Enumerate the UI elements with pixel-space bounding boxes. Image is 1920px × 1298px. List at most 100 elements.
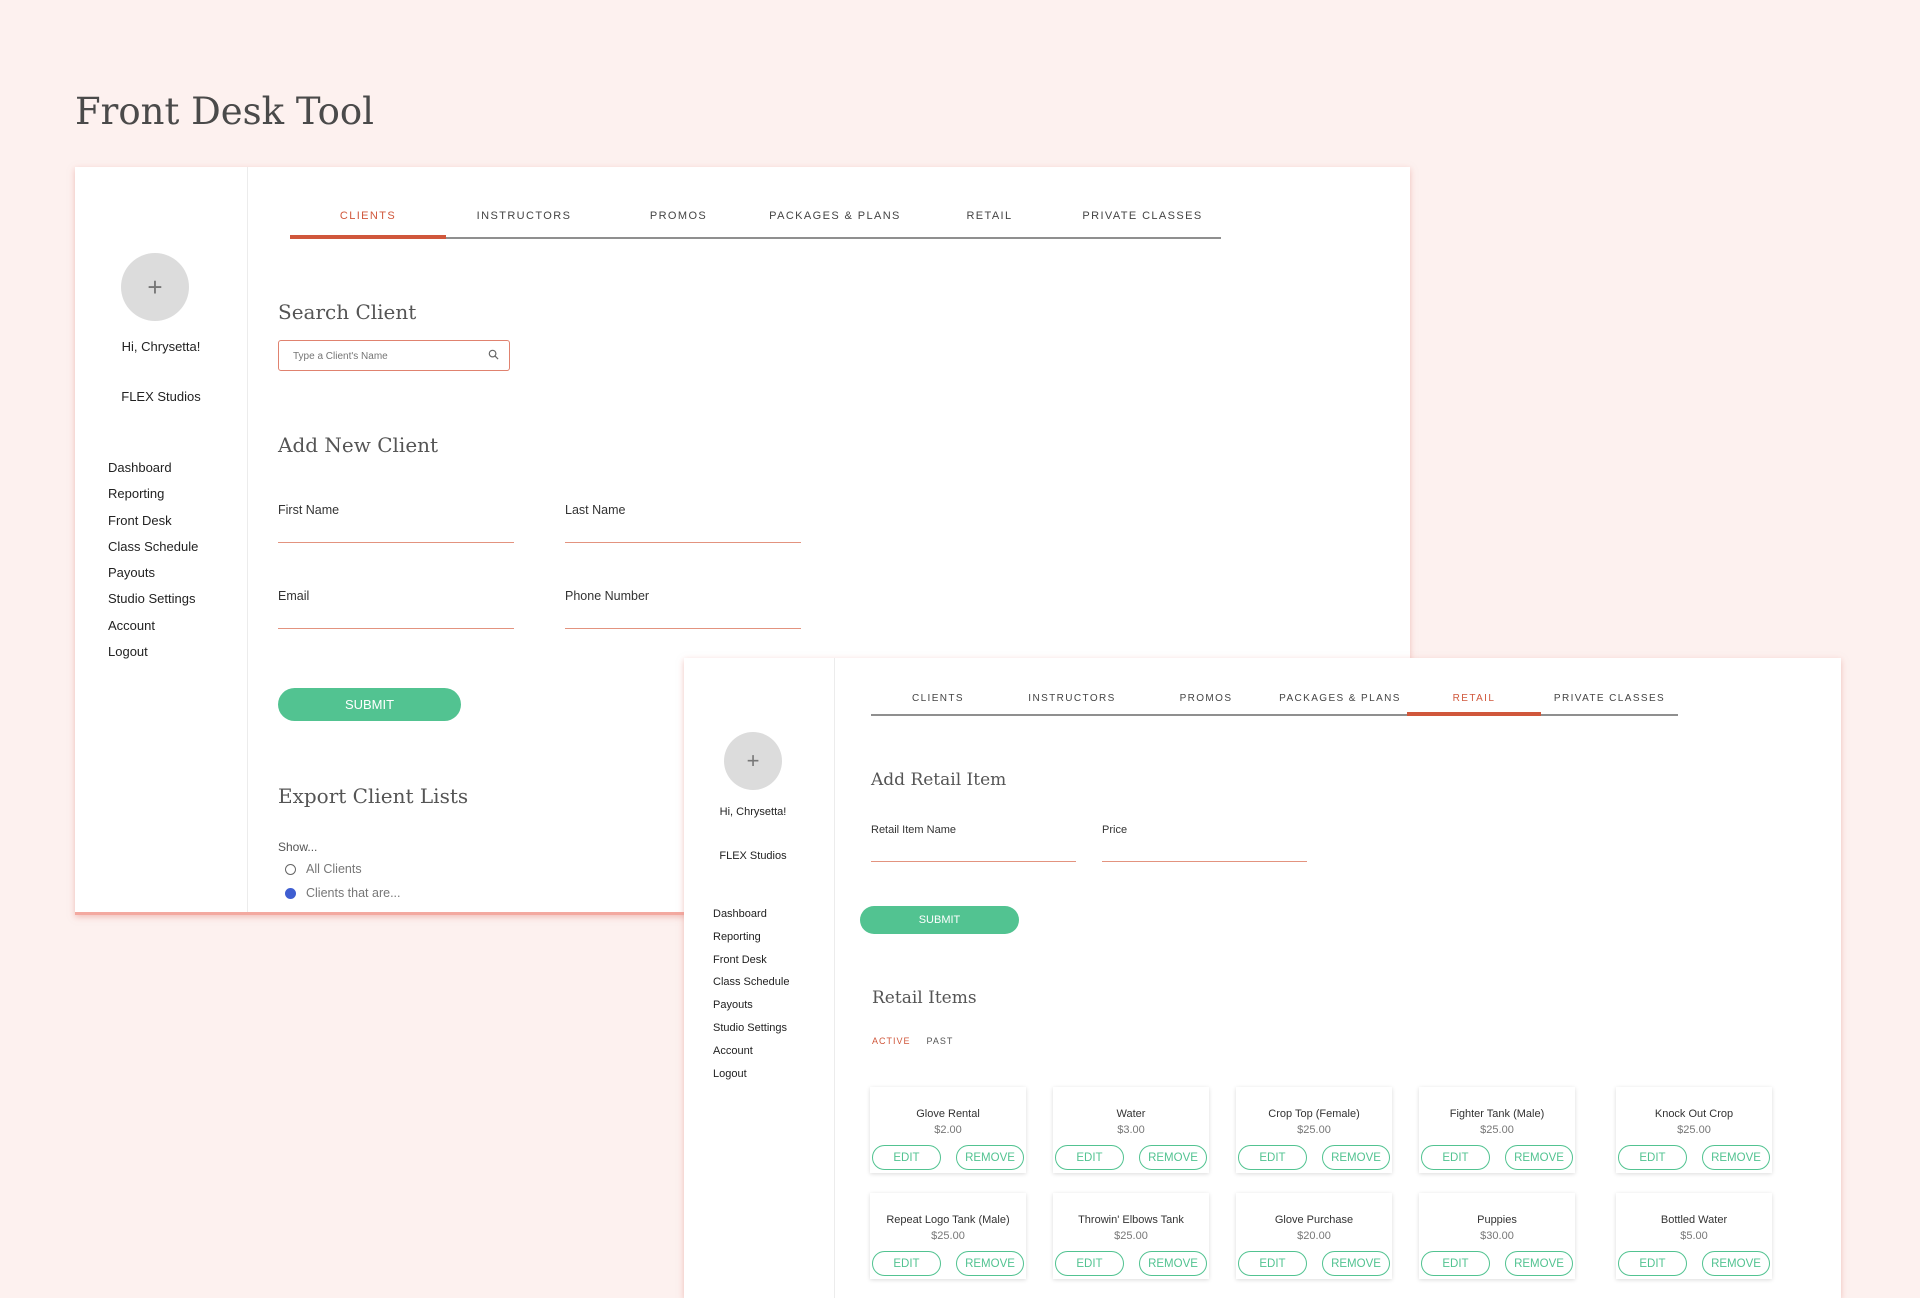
sidebar-item-dashboard[interactable]: Dashboard	[108, 455, 198, 481]
sidebar-item-reporting[interactable]: Reporting	[713, 926, 789, 949]
retail-item-name: Puppies	[1477, 1214, 1517, 1226]
retail-item-price: $3.00	[1117, 1124, 1145, 1136]
retail-item-name-label: Retail Item Name	[871, 824, 956, 836]
remove-item-button[interactable]: REMOVE	[1505, 1145, 1573, 1170]
remove-item-button[interactable]: REMOVE	[1505, 1251, 1573, 1276]
search-client-title: Search Client	[278, 300, 417, 324]
edit-item-button[interactable]: EDIT	[1618, 1145, 1687, 1170]
retail-item-name: Throwin' Elbows Tank	[1078, 1214, 1184, 1226]
retail-item-price: $25.00	[1297, 1124, 1331, 1136]
remove-item-button[interactable]: REMOVE	[1139, 1145, 1207, 1170]
submit-client-button[interactable]: SUBMIT	[278, 688, 461, 721]
edit-item-button[interactable]: EDIT	[1238, 1251, 1307, 1276]
edit-item-button[interactable]: EDIT	[872, 1145, 941, 1170]
price-label: Price	[1102, 824, 1128, 836]
tab-clients[interactable]: CLIENTS	[290, 205, 446, 239]
tab-private-classes[interactable]: PRIVATE CLASSES	[1064, 205, 1221, 237]
retail-item-card: Crop Top (Female) $25.00 EDIT REMOVE	[1236, 1087, 1392, 1173]
retail-item-card: Puppies $30.00 EDIT REMOVE	[1419, 1193, 1575, 1279]
retail-sub-tabs: ACTIVE PAST	[872, 1036, 953, 1046]
edit-item-button[interactable]: EDIT	[1055, 1145, 1124, 1170]
remove-item-button[interactable]: REMOVE	[1702, 1145, 1770, 1170]
retail-item-name: Fighter Tank (Male)	[1449, 1108, 1545, 1120]
add-retail-item-title: Add Retail Item	[871, 770, 1007, 790]
sidebar-nav: Dashboard Reporting Front Desk Class Sch…	[108, 455, 198, 665]
search-client-input[interactable]	[279, 341, 485, 372]
first-name-field[interactable]	[278, 540, 514, 543]
remove-item-button[interactable]: REMOVE	[956, 1145, 1024, 1170]
retail-item-name: Glove Rental	[916, 1108, 980, 1120]
retail-item-name-field[interactable]	[871, 859, 1076, 862]
sidebar-item-logout[interactable]: Logout	[108, 639, 198, 665]
retail-item-price: $25.00	[1480, 1124, 1514, 1136]
search-client-box	[278, 340, 510, 372]
sidebar: + Hi, Chrysetta! FLEX Studios Dashboard …	[684, 658, 835, 1298]
studio-name: FLEX Studios	[121, 389, 201, 404]
search-icon[interactable]	[488, 349, 499, 360]
edit-item-button[interactable]: EDIT	[1421, 1251, 1490, 1276]
remove-item-button[interactable]: REMOVE	[1702, 1251, 1770, 1276]
last-name-label: Last Name	[565, 503, 626, 517]
edit-item-button[interactable]: EDIT	[1618, 1251, 1687, 1276]
sub-tab-past[interactable]: PAST	[927, 1036, 954, 1046]
retail-item-price: $30.00	[1480, 1230, 1514, 1242]
retail-item-name: Repeat Logo Tank (Male)	[886, 1214, 1010, 1226]
sidebar-item-front-desk[interactable]: Front Desk	[108, 508, 198, 534]
radio-option-clients-that-are[interactable]: Clients that are...	[285, 886, 401, 900]
edit-item-button[interactable]: EDIT	[1421, 1145, 1490, 1170]
sidebar-item-account[interactable]: Account	[108, 613, 198, 639]
tab-bar: CLIENTS INSTRUCTORS PROMOS PACKAGES & PL…	[290, 205, 1221, 239]
retail-item-card: Water $3.00 EDIT REMOVE	[1053, 1087, 1209, 1173]
page-title: Front Desk Tool	[75, 90, 375, 133]
sidebar-item-payouts[interactable]: Payouts	[713, 994, 789, 1017]
tab-packages-plans[interactable]: PACKAGES & PLANS	[755, 205, 915, 237]
sub-tab-active[interactable]: ACTIVE	[872, 1036, 911, 1046]
radio-option-all-clients[interactable]: All Clients	[285, 862, 362, 876]
radio-unselected-icon[interactable]	[285, 863, 296, 875]
remove-item-button[interactable]: REMOVE	[1322, 1251, 1390, 1276]
last-name-field[interactable]	[565, 540, 801, 543]
remove-item-button[interactable]: REMOVE	[1322, 1145, 1390, 1170]
edit-item-button[interactable]: EDIT	[872, 1251, 941, 1276]
price-field[interactable]	[1102, 859, 1307, 862]
sidebar-item-account[interactable]: Account	[713, 1040, 789, 1063]
sidebar: + Hi, Chrysetta! FLEX Studios Dashboard …	[75, 167, 248, 912]
submit-retail-button[interactable]: SUBMIT	[860, 906, 1019, 934]
tab-promos[interactable]: PROMOS	[602, 205, 755, 237]
add-client-title: Add New Client	[278, 433, 439, 457]
avatar-add-icon[interactable]: +	[724, 732, 782, 790]
radio-selected-icon[interactable]	[285, 887, 296, 899]
remove-item-button[interactable]: REMOVE	[1139, 1251, 1207, 1276]
retail-item-price: $25.00	[931, 1230, 965, 1242]
tab-retail[interactable]: RETAIL	[1407, 692, 1541, 716]
retail-item-card: Throwin' Elbows Tank $25.00 EDIT REMOVE	[1053, 1193, 1209, 1279]
sidebar-item-front-desk[interactable]: Front Desk	[713, 949, 789, 972]
retail-item-price: $5.00	[1680, 1230, 1708, 1242]
phone-field[interactable]	[565, 626, 801, 629]
greeting-text: Hi, Chrysetta!	[719, 806, 787, 818]
tab-private-classes[interactable]: PRIVATE CLASSES	[1541, 692, 1678, 714]
retail-item-name: Knock Out Crop	[1654, 1108, 1734, 1120]
retail-item-card: Knock Out Crop $25.00 EDIT REMOVE	[1616, 1087, 1772, 1173]
tab-instructors[interactable]: INSTRUCTORS	[1005, 692, 1139, 714]
edit-item-button[interactable]: EDIT	[1238, 1145, 1307, 1170]
avatar-add-icon[interactable]: +	[121, 253, 189, 321]
tab-instructors[interactable]: INSTRUCTORS	[446, 205, 602, 237]
tab-clients[interactable]: CLIENTS	[871, 692, 1005, 714]
sidebar-item-payouts[interactable]: Payouts	[108, 560, 198, 586]
show-label: Show...	[278, 840, 318, 854]
tab-packages-plans[interactable]: PACKAGES & PLANS	[1273, 692, 1407, 714]
sidebar-item-class-schedule[interactable]: Class Schedule	[713, 971, 789, 994]
sidebar-item-dashboard[interactable]: Dashboard	[713, 903, 789, 926]
email-field[interactable]	[278, 626, 514, 629]
sidebar-item-studio-settings[interactable]: Studio Settings	[108, 586, 198, 612]
sidebar-item-logout[interactable]: Logout	[713, 1063, 789, 1086]
sidebar-item-reporting[interactable]: Reporting	[108, 481, 198, 507]
tab-promos[interactable]: PROMOS	[1139, 692, 1273, 714]
phone-label: Phone Number	[565, 589, 650, 603]
edit-item-button[interactable]: EDIT	[1055, 1251, 1124, 1276]
tab-retail[interactable]: RETAIL	[915, 205, 1064, 237]
remove-item-button[interactable]: REMOVE	[956, 1251, 1024, 1276]
sidebar-item-class-schedule[interactable]: Class Schedule	[108, 534, 198, 560]
sidebar-item-studio-settings[interactable]: Studio Settings	[713, 1017, 789, 1040]
